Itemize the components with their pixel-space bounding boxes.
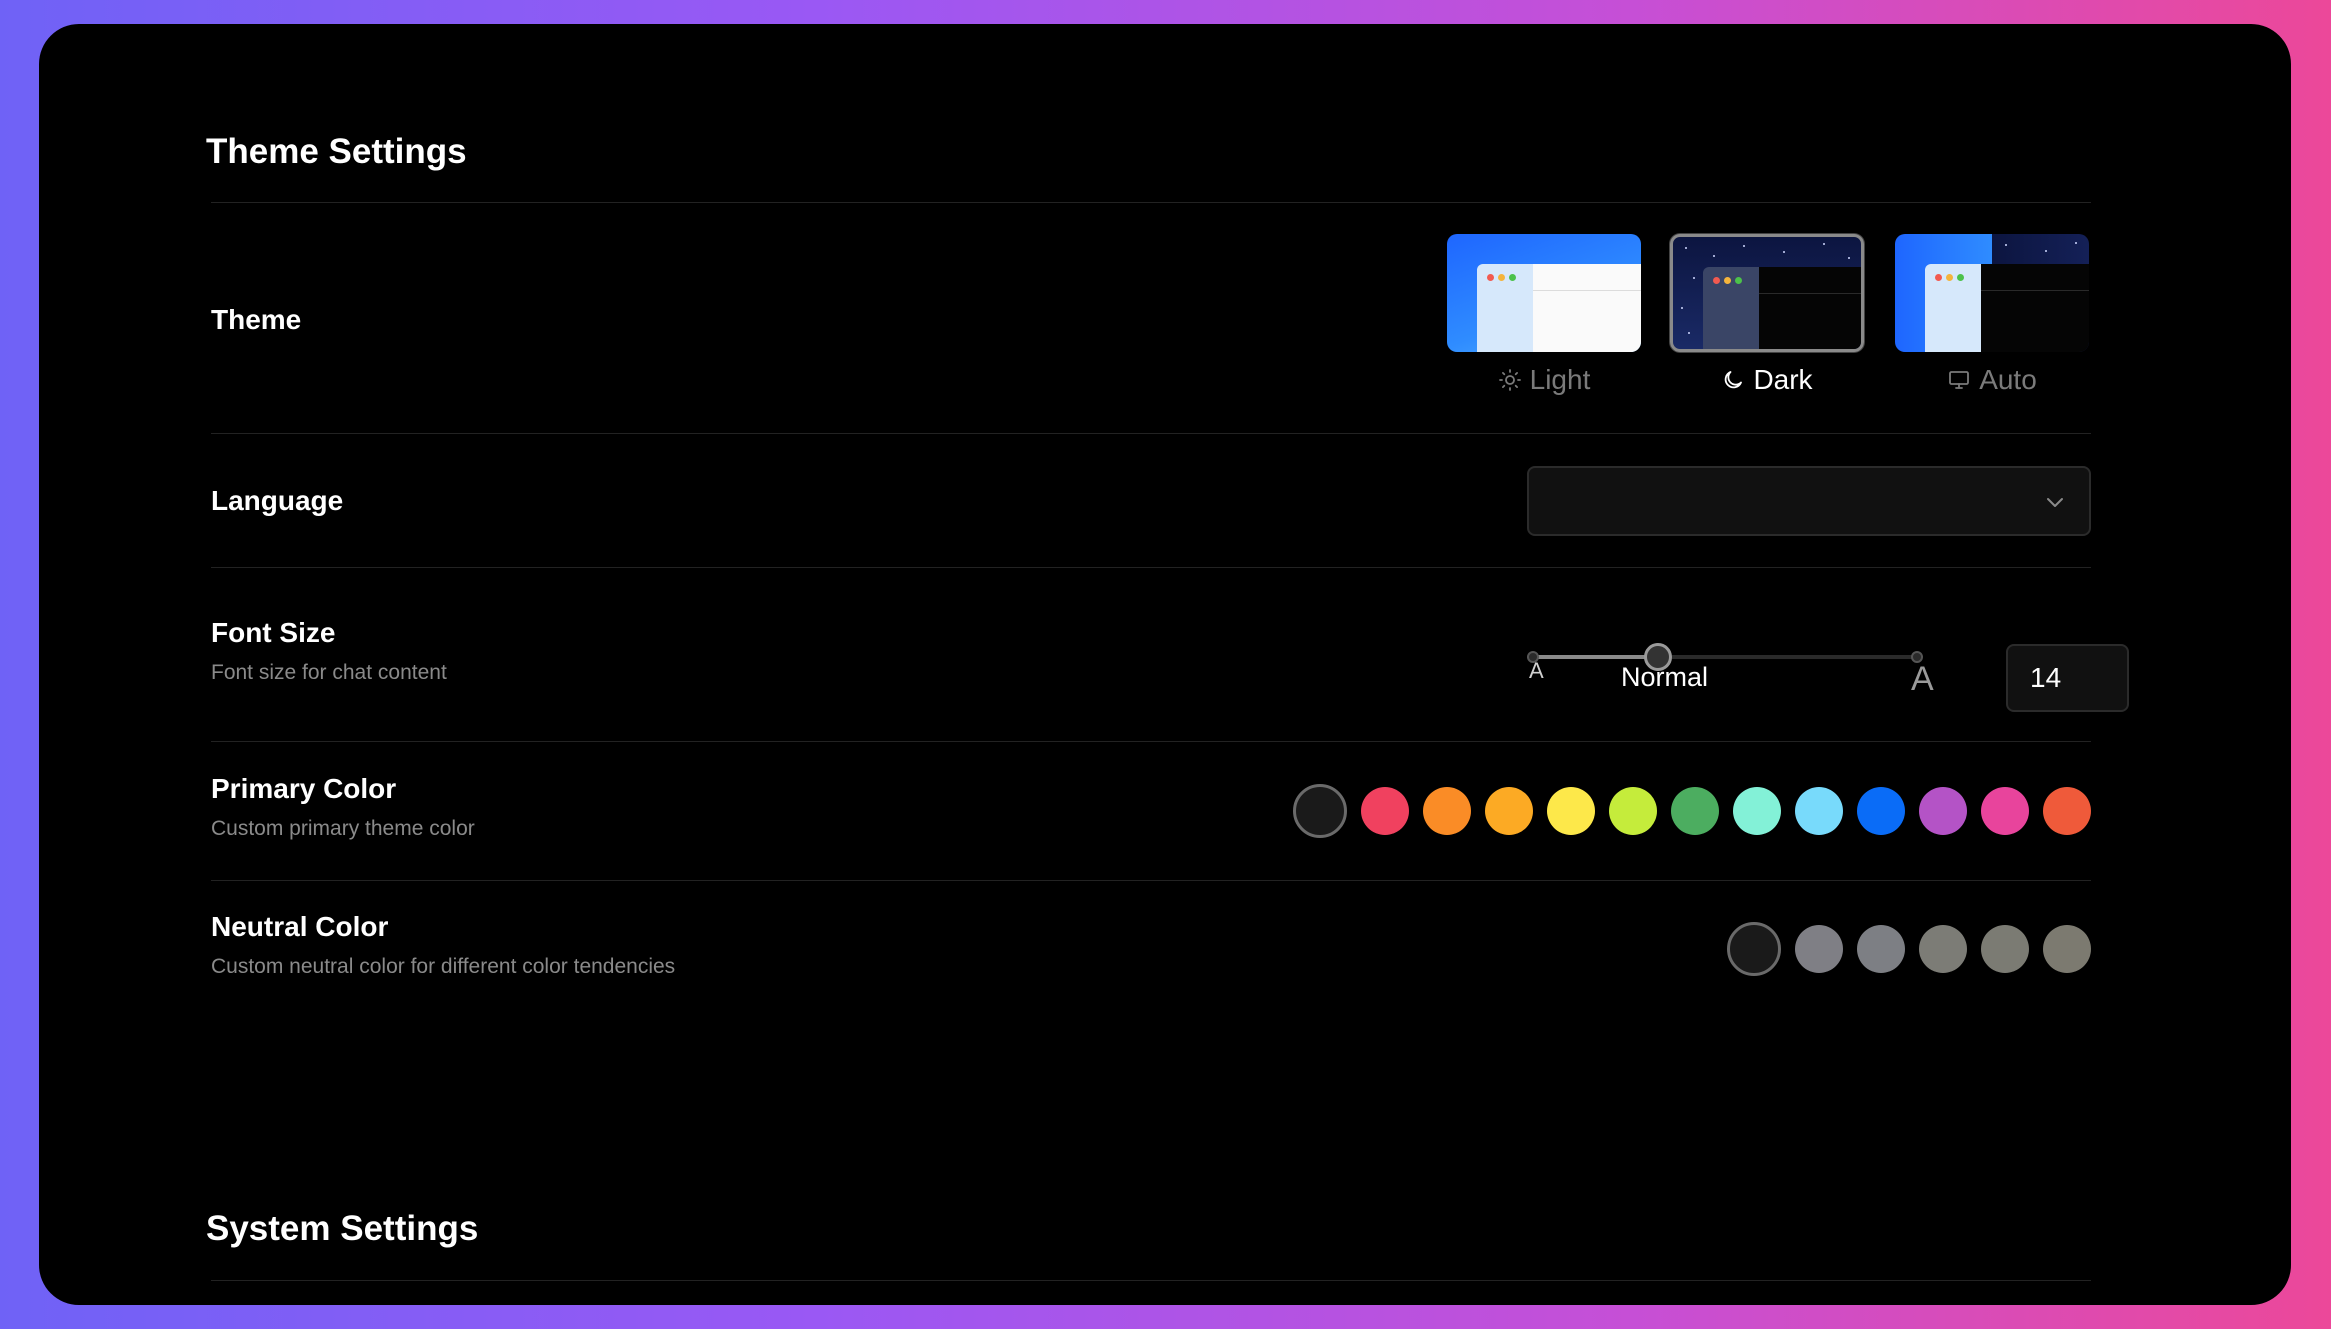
theme-option-light[interactable]: Light [1447, 234, 1641, 396]
chevron-down-icon [2047, 498, 2063, 507]
language-select[interactable] [1527, 466, 2091, 536]
primary-color-swatch[interactable] [1293, 784, 1347, 838]
primary-color-swatch[interactable] [1857, 787, 1905, 835]
primary-color-swatch[interactable] [1361, 787, 1409, 835]
primary-color-swatches [1293, 784, 2091, 838]
font-size-description: Font size for chat content [211, 661, 447, 684]
font-size-slider[interactable] [1527, 636, 1923, 676]
theme-option-auto[interactable]: Auto [1895, 234, 2089, 396]
neutral-color-swatch[interactable] [1795, 925, 1843, 973]
monitor-icon [1949, 371, 1970, 389]
theme-label: Theme [211, 304, 302, 335]
primary-color-swatch[interactable] [1485, 787, 1533, 835]
font-size-input[interactable] [2006, 644, 2129, 712]
primary-color-swatch[interactable] [1423, 787, 1471, 835]
slider-fill [1527, 655, 1658, 659]
primary-color-swatch[interactable] [1919, 787, 1967, 835]
neutral-color-label: Neutral Color [211, 911, 389, 942]
neutral-color-description: Custom neutral color for different color… [211, 955, 676, 978]
primary-color-swatch[interactable] [1609, 787, 1657, 835]
theme-option-label: Auto [1979, 364, 2037, 395]
theme-option-dark[interactable]: Dark [1670, 234, 1864, 396]
system-settings-title: System Settings [206, 1209, 479, 1248]
neutral-color-swatch[interactable] [1981, 925, 2029, 973]
theme-preview-light[interactable] [1447, 234, 1641, 352]
primary-color-label: Primary Color [211, 773, 397, 804]
theme-option-light-label[interactable]: Light [1447, 364, 1641, 396]
primary-color-swatch[interactable] [1733, 787, 1781, 835]
divider [211, 202, 2091, 203]
divider [211, 433, 2091, 434]
font-size-small-label: A [1529, 658, 1544, 683]
divider [211, 567, 2091, 568]
primary-color-swatch[interactable] [1547, 787, 1595, 835]
theme-option-auto-label[interactable]: Auto [1895, 364, 2089, 396]
font-size-label: Font Size [211, 617, 336, 648]
primary-color-swatch[interactable] [2043, 787, 2091, 835]
primary-color-swatch[interactable] [1671, 787, 1719, 835]
font-size-current-label: Normal [1621, 662, 1709, 692]
neutral-color-swatch[interactable] [1727, 922, 1781, 976]
theme-option-dark-label[interactable]: Dark [1670, 364, 1864, 396]
theme-settings-title: Theme Settings [206, 132, 467, 171]
theme-preview-dark[interactable] [1670, 234, 1864, 352]
divider [211, 1280, 2091, 1281]
primary-color-description: Custom primary theme color [211, 817, 475, 840]
font-size-large-label: A [1911, 660, 1934, 698]
primary-color-swatch[interactable] [1795, 787, 1843, 835]
neutral-color-swatch[interactable] [1857, 925, 1905, 973]
neutral-color-swatches [1727, 922, 2091, 976]
primary-color-swatch[interactable] [1981, 787, 2029, 835]
theme-option-label: Dark [1753, 364, 1813, 395]
language-label: Language [211, 485, 344, 516]
sun-icon [1498, 369, 1521, 391]
settings-panel: Theme Settings Theme Light Dark Auto Lan… [39, 24, 2291, 1305]
theme-preview-auto[interactable] [1895, 234, 2089, 352]
divider [211, 880, 2091, 881]
divider [211, 741, 2091, 742]
neutral-color-swatch[interactable] [1919, 925, 1967, 973]
theme-option-label: Light [1529, 364, 1591, 395]
moon-icon [1725, 371, 1743, 389]
neutral-color-swatch[interactable] [2043, 925, 2091, 973]
